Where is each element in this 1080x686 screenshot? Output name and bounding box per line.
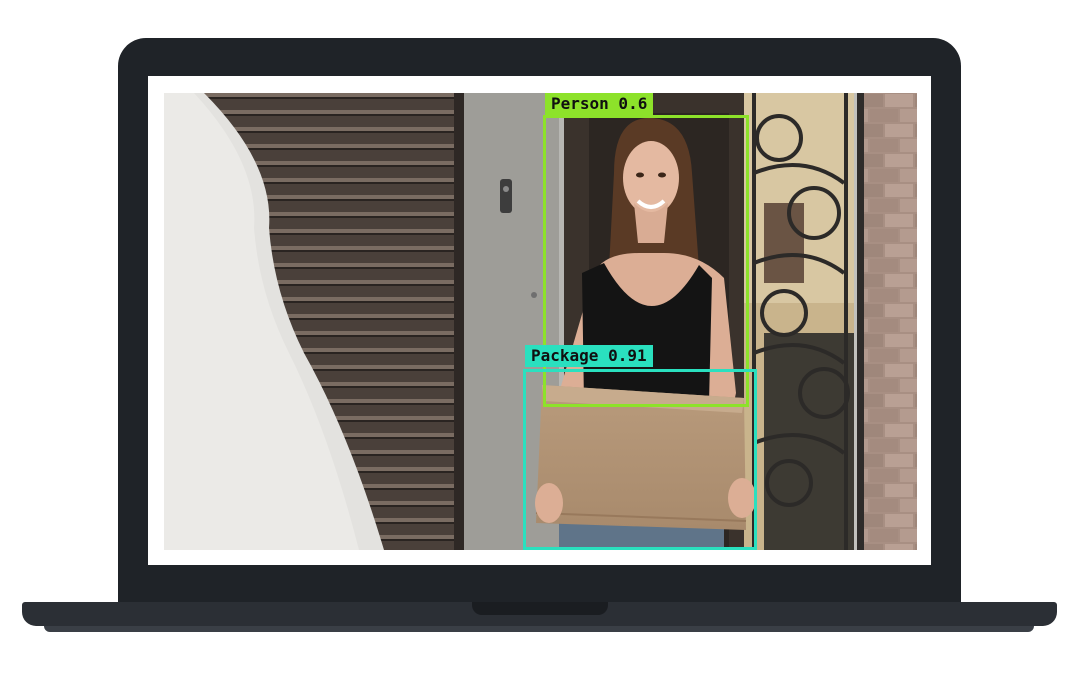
laptop-base-edge xyxy=(44,626,1034,632)
laptop-mockup: Person 0.6 Package 0.91 xyxy=(0,0,1080,686)
package-bounding-box xyxy=(523,369,757,550)
package-detection-label: Package 0.91 xyxy=(525,345,653,367)
laptop-opening-notch xyxy=(472,602,608,615)
person-detection-label: Person 0.6 xyxy=(545,93,654,115)
